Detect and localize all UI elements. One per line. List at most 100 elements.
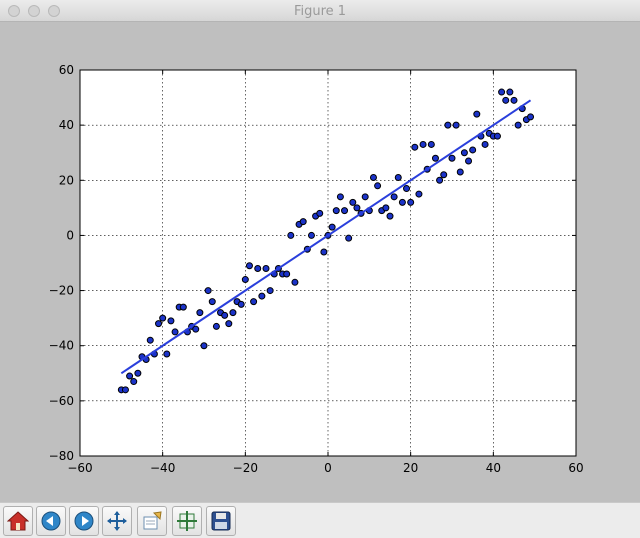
data-point <box>390 193 398 201</box>
data-point <box>527 113 535 121</box>
data-point <box>245 262 253 270</box>
data-point <box>130 378 138 386</box>
data-point <box>386 212 394 220</box>
navigation-toolbar <box>0 502 640 538</box>
data-point <box>229 309 237 317</box>
data-point <box>436 176 444 184</box>
data-point <box>481 140 489 148</box>
y-tick-label: 0 <box>66 228 74 242</box>
data-point <box>374 182 382 190</box>
data-point <box>171 328 179 336</box>
pan-button[interactable] <box>102 506 132 536</box>
y-tick-label: 20 <box>59 173 74 187</box>
data-point <box>415 190 423 198</box>
data-point <box>514 121 522 129</box>
x-tick-label: −40 <box>150 461 175 475</box>
data-point <box>299 218 307 226</box>
data-point <box>411 143 419 151</box>
data-point <box>163 350 171 358</box>
data-point <box>167 317 175 325</box>
data-point <box>353 204 361 212</box>
data-point <box>460 149 468 157</box>
data-point <box>419 140 427 148</box>
data-point <box>336 193 344 201</box>
data-point <box>440 171 448 179</box>
data-point <box>307 231 315 239</box>
x-tick-label: −20 <box>233 461 258 475</box>
data-point <box>448 154 456 162</box>
data-point <box>506 88 514 96</box>
data-point <box>431 154 439 162</box>
save-icon <box>211 511 231 531</box>
data-point <box>204 287 212 295</box>
data-point <box>403 185 411 193</box>
data-point <box>456 168 464 176</box>
y-tick-label: −40 <box>49 339 74 353</box>
data-point <box>469 146 477 154</box>
x-tick-label: 40 <box>486 461 501 475</box>
data-point <box>452 121 460 129</box>
figure-window: Figure 1 −60 −40 −20 0 20 40 60 60 40 20 0 −20 −40 −6… <box>0 0 640 538</box>
y-tick-label: 60 <box>59 63 74 77</box>
data-point <box>510 96 518 104</box>
data-point <box>394 174 402 182</box>
data-point <box>316 209 324 217</box>
y-tick-label: 40 <box>59 118 74 132</box>
data-point <box>328 223 336 231</box>
data-point <box>262 265 270 273</box>
data-point <box>250 298 258 306</box>
data-point <box>382 204 390 212</box>
data-point <box>200 342 208 350</box>
data-point <box>369 174 377 182</box>
data-point <box>473 110 481 118</box>
subplots-button[interactable] <box>172 506 202 536</box>
data-point <box>349 198 357 206</box>
data-point <box>237 300 245 308</box>
data-point <box>427 140 435 148</box>
figure-canvas[interactable]: −60 −40 −20 0 20 40 60 60 40 20 0 −20 −40 −60 −80 <box>0 22 640 502</box>
data-point <box>258 292 266 300</box>
data-point <box>341 207 349 215</box>
data-point <box>225 320 233 328</box>
window-title: Figure 1 <box>293 4 347 19</box>
data-point <box>146 336 154 344</box>
data-point <box>221 311 229 319</box>
data-point <box>134 369 142 377</box>
data-point <box>502 96 510 104</box>
forward-button[interactable] <box>69 506 99 536</box>
data-point <box>465 157 473 165</box>
data-point <box>498 88 506 96</box>
data-point <box>159 314 167 322</box>
data-point <box>121 386 129 394</box>
data-point <box>407 198 415 206</box>
x-tick-label: 20 <box>403 461 418 475</box>
y-tick-label: −80 <box>49 449 74 463</box>
zoom-rect-button[interactable] <box>137 506 167 536</box>
data-point <box>493 132 501 140</box>
data-point <box>444 121 452 129</box>
back-button[interactable] <box>36 506 66 536</box>
data-point <box>254 265 262 273</box>
data-point <box>291 278 299 286</box>
forward-icon <box>74 511 94 531</box>
y-tick-label: −60 <box>49 394 74 408</box>
x-tick-label: 60 <box>568 461 583 475</box>
back-icon <box>41 511 61 531</box>
data-point <box>283 270 291 278</box>
title-bar: Figure 1 <box>0 0 640 22</box>
data-point <box>345 234 353 242</box>
data-point <box>155 320 163 328</box>
pan-icon <box>107 511 127 531</box>
save-button[interactable] <box>206 506 236 536</box>
subplots-icon <box>177 511 197 531</box>
x-tick-label: 0 <box>324 461 332 475</box>
home-button[interactable] <box>3 506 33 536</box>
data-point <box>320 248 328 256</box>
data-point <box>126 372 134 380</box>
x-tick-label: −60 <box>67 461 92 475</box>
data-point <box>361 193 369 201</box>
y-tick-label: −20 <box>49 284 74 298</box>
home-icon <box>7 511 29 531</box>
data-point <box>196 309 204 317</box>
data-point <box>266 287 274 295</box>
